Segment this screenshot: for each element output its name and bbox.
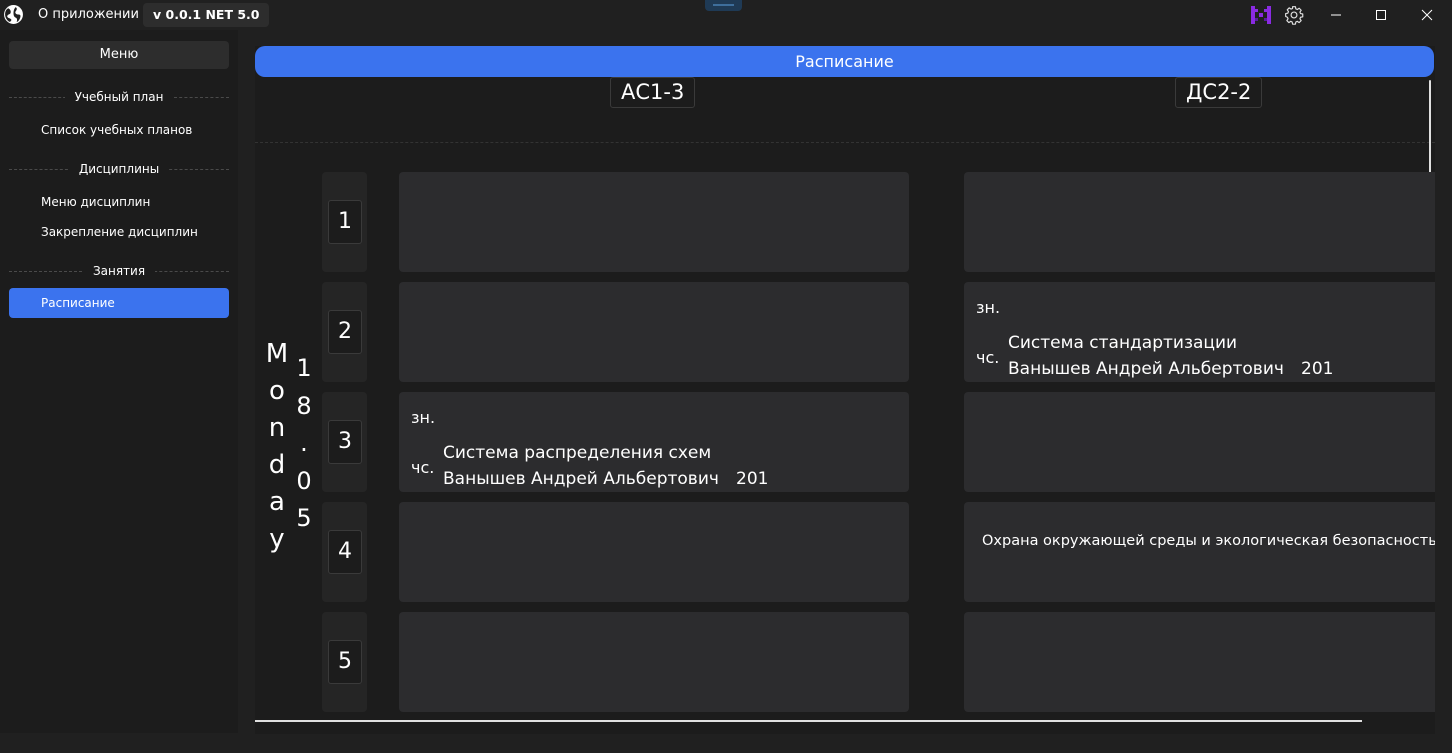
lesson-cell-as13-p3[interactable]: зн. чс. Система распределения схем Ваныш… xyxy=(399,392,909,492)
lesson-cell-as13-p2[interactable] xyxy=(399,282,909,382)
sidebar-item-curriculum-list[interactable]: Список учебных планов xyxy=(9,115,229,145)
pair-number: 1 xyxy=(328,200,362,244)
sidebar: Меню Учебный план Список учебных планов … xyxy=(0,30,238,733)
sidebar-item-schedule[interactable]: Расписание xyxy=(9,288,229,318)
lesson-cell-ds22-p4[interactable]: Охрана окружающей среды и экологическая … xyxy=(964,502,1435,602)
pair-number: 5 xyxy=(328,640,362,684)
lesson-cell-as13-p4[interactable] xyxy=(399,502,909,602)
pair-number-cell: 5 xyxy=(322,612,367,712)
group-header-ds22: ДС2-2 xyxy=(1175,77,1263,108)
sidebar-item-discipline-assignment[interactable]: Закрепление дисциплин xyxy=(9,217,229,247)
section-title: Учебный план xyxy=(64,90,174,104)
pair-number-cell: 4 xyxy=(322,502,367,602)
drag-handle[interactable] xyxy=(705,0,742,11)
section-title: Занятия xyxy=(82,264,156,278)
pair-number: 2 xyxy=(328,310,362,354)
lesson-cell-as13-p1[interactable] xyxy=(399,172,909,272)
date-label: 1 8 . 0 5 xyxy=(296,354,312,532)
week-numerator-label: зн. xyxy=(411,408,436,427)
lesson-subject: Система распределения схем xyxy=(443,443,712,463)
minimize-button[interactable] xyxy=(1313,0,1359,30)
pair-number-cell: 1 xyxy=(322,172,367,272)
schedule-panel: Расписание АС1-3 ДС2-2 M o n d a y 1 8 .… xyxy=(255,46,1435,734)
week-denominator-label: чс. xyxy=(976,348,1000,367)
version-badge: v 0.0.1 NET 5.0 xyxy=(143,3,270,27)
pair-number: 4 xyxy=(328,530,362,574)
lesson-teacher: Ванышев Андрей Альбертович xyxy=(443,469,719,489)
close-button[interactable] xyxy=(1404,0,1450,30)
section-title: Дисциплины xyxy=(68,162,170,176)
globe-icon[interactable] xyxy=(3,4,24,25)
sidebar-item-disciplines-menu[interactable]: Меню дисциплин xyxy=(9,187,229,217)
lesson-cell-ds22-p5[interactable] xyxy=(964,612,1435,712)
lesson-room: 201 xyxy=(736,469,769,489)
pair-number: 3 xyxy=(328,420,362,464)
gear-icon[interactable] xyxy=(1284,5,1304,25)
header-divider xyxy=(255,142,1435,143)
lesson-cell-ds22-p3[interactable] xyxy=(964,392,1435,492)
lesson-teacher: Ванышев Андрей Альбертович xyxy=(1008,359,1284,379)
title-bar: О приложении v 0.0.1 NET 5.0 xyxy=(0,0,1452,30)
maximize-button[interactable] xyxy=(1358,0,1404,30)
pair-number-cell: 2 xyxy=(322,282,367,382)
maximize-icon xyxy=(1376,10,1386,20)
lesson-cell-ds22-p2[interactable]: зн. чс. Система стандартизации Ванышев А… xyxy=(964,282,1435,382)
lesson-subject: Система стандартизации xyxy=(1008,333,1238,353)
lesson-cell-as13-p5[interactable] xyxy=(399,612,909,712)
group-header-as13: АС1-3 xyxy=(610,77,696,108)
lesson-subject: Охрана окружающей среды и экологическая … xyxy=(982,533,1435,549)
horizontal-scrollbar[interactable] xyxy=(255,720,1362,722)
schedule-header: Расписание xyxy=(255,46,1434,77)
lesson-cell-ds22-p1[interactable] xyxy=(964,172,1435,272)
minimize-icon xyxy=(1331,14,1341,16)
section-lessons: Занятия xyxy=(9,263,229,279)
app-pixel-icon[interactable] xyxy=(1251,6,1271,24)
section-curriculum: Учебный план xyxy=(9,89,229,105)
lesson-room: 201 xyxy=(1301,359,1334,379)
week-numerator-label: зн. xyxy=(976,298,1001,317)
about-app-link[interactable]: О приложении xyxy=(38,7,139,22)
week-denominator-label: чс. xyxy=(411,458,435,477)
close-icon xyxy=(1421,9,1433,21)
menu-button[interactable]: Меню xyxy=(9,41,229,69)
section-disciplines: Дисциплины xyxy=(9,161,229,177)
pair-number-cell: 3 xyxy=(322,392,367,492)
day-label: M o n d a y xyxy=(265,339,289,554)
